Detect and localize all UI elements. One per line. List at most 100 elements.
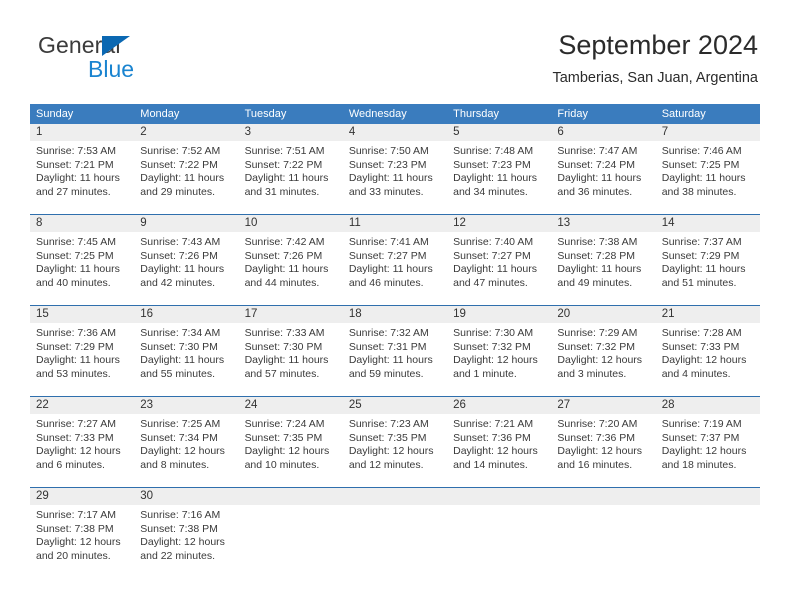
day-cell[interactable]: Sunrise: 7:36 AM Sunset: 7:29 PM Daylight:…: [30, 323, 134, 396]
day-cell[interactable]: Sunrise: 7:48 AM Sunset: 7:23 PM Daylight:…: [447, 141, 551, 214]
day-cell[interactable]: Sunrise: 7:33 AM Sunset: 7:30 PM Daylight:…: [239, 323, 343, 396]
day-of-week-header-sunday: Sunday: [36, 108, 74, 120]
calendar-week-row: 22 23 24 25 26 27 28 Sunrise: 7:27 AM Sunset: 7:…: [30, 396, 760, 487]
day-number[interactable]: 4: [343, 124, 447, 141]
sunrise-text: Sunrise: 7:52 AM: [140, 145, 221, 157]
sunset-text: Sunset: 7:38 PM: [36, 522, 114, 535]
day-number[interactable]: 9: [134, 215, 238, 232]
day-cell[interactable]: Sunrise: 7:30 AM Sunset: 7:32 PM Daylight:…: [447, 323, 551, 396]
sunrise-text: Sunrise: 7:33 AM: [244, 327, 325, 339]
day-cell[interactable]: Sunrise: 7:29 AM Sunset: 7:32 PM Daylight:…: [551, 323, 655, 396]
day-number[interactable]: 6: [551, 124, 655, 141]
day-number[interactable]: 20: [551, 306, 655, 323]
sunrise-text: Sunrise: 7:24 AM: [244, 418, 325, 430]
day-cell[interactable]: Sunrise: 7:50 AM Sunset: 7:23 PM Daylight:…: [343, 141, 447, 214]
brand-logo[interactable]: General Blue: [38, 32, 258, 88]
daylight-text: Daylight: 12 hours and 3 minutes.: [557, 354, 643, 380]
day-number[interactable]: 25: [343, 397, 447, 414]
sunset-text: Sunset: 7:26 PM: [140, 249, 218, 262]
sunset-text: Sunset: 7:23 PM: [453, 158, 531, 171]
page-title: September 2024: [558, 30, 758, 60]
daylight-text: Daylight: 11 hours and 40 minutes.: [36, 263, 120, 289]
day-cell: [656, 505, 760, 578]
day-number[interactable]: 11: [343, 215, 447, 232]
day-cell[interactable]: Sunrise: 7:47 AM Sunset: 7:24 PM Daylight:…: [551, 141, 655, 214]
day-cell[interactable]: Sunrise: 7:38 AM Sunset: 7:28 PM Daylight:…: [551, 232, 655, 305]
day-cell[interactable]: Sunrise: 7:42 AM Sunset: 7:26 PM Daylight:…: [239, 232, 343, 305]
daylight-text: Daylight: 11 hours and 57 minutes.: [244, 354, 329, 380]
page-subtitle: Tamberias, San Juan, Argentina: [552, 70, 758, 86]
day-number[interactable]: 14: [656, 215, 760, 232]
day-of-week-header-tuesday: Tuesday: [244, 108, 287, 120]
day-cell[interactable]: Sunrise: 7:51 AM Sunset: 7:22 PM Daylight:…: [239, 141, 343, 214]
day-number[interactable]: 3: [239, 124, 343, 141]
sunrise-text: Sunrise: 7:32 AM: [348, 327, 429, 339]
sunrise-text: Sunrise: 7:47 AM: [557, 145, 638, 157]
day-number[interactable]: 23: [134, 397, 238, 414]
day-number[interactable]: 5: [447, 124, 551, 141]
day-number: [343, 488, 447, 505]
day-cell[interactable]: Sunrise: 7:17 AM Sunset: 7:38 PM Daylight:…: [30, 505, 134, 578]
day-number[interactable]: 28: [656, 397, 760, 414]
day-number[interactable]: 10: [239, 215, 343, 232]
day-cell[interactable]: Sunrise: 7:37 AM Sunset: 7:29 PM Daylight:…: [656, 232, 760, 305]
day-cell[interactable]: Sunrise: 7:19 AM Sunset: 7:37 PM Daylight:…: [656, 414, 760, 487]
day-cell[interactable]: Sunrise: 7:21 AM Sunset: 7:36 PM Daylight:…: [447, 414, 551, 487]
day-number[interactable]: 17: [239, 306, 343, 323]
day-cell[interactable]: Sunrise: 7:16 AM Sunset: 7:38 PM Daylight:…: [134, 505, 238, 578]
day-of-week-header-friday: Friday: [557, 108, 588, 120]
day-number[interactable]: 15: [30, 306, 134, 323]
day-cell[interactable]: Sunrise: 7:23 AM Sunset: 7:35 PM Daylight:…: [343, 414, 447, 487]
day-cell[interactable]: Sunrise: 7:43 AM Sunset: 7:26 PM Daylight:…: [134, 232, 238, 305]
day-number[interactable]: 12: [447, 215, 551, 232]
day-number[interactable]: 8: [30, 215, 134, 232]
brand-name-blue: Blue: [88, 56, 135, 82]
day-number[interactable]: 16: [134, 306, 238, 323]
sunset-text: Sunset: 7:30 PM: [140, 340, 218, 353]
day-cell[interactable]: Sunrise: 7:52 AM Sunset: 7:22 PM Daylight:…: [134, 141, 238, 214]
day-number: [239, 488, 343, 505]
day-cell[interactable]: Sunrise: 7:20 AM Sunset: 7:36 PM Daylight:…: [551, 414, 655, 487]
day-number[interactable]: 29: [30, 488, 134, 505]
day-cell[interactable]: Sunrise: 7:53 AM Sunset: 7:21 PM Daylight:…: [30, 141, 134, 214]
day-of-week-header-saturday: Saturday: [661, 108, 706, 120]
day-number[interactable]: 7: [656, 124, 760, 141]
day-number[interactable]: 27: [551, 397, 655, 414]
day-cell[interactable]: Sunrise: 7:40 AM Sunset: 7:27 PM Daylight:…: [447, 232, 551, 305]
day-number[interactable]: 19: [447, 306, 551, 323]
day-number[interactable]: 13: [551, 215, 655, 232]
daylight-text: Daylight: 11 hours and 27 minutes.: [36, 172, 120, 198]
day-cell[interactable]: Sunrise: 7:32 AM Sunset: 7:31 PM Daylight:…: [343, 323, 447, 396]
sunset-text: Sunset: 7:36 PM: [453, 431, 531, 444]
sunset-text: Sunset: 7:27 PM: [453, 249, 531, 262]
calendar-week-row: 29 30 Sunrise: 7:17 AM Sunset: 7:38 PM Dayli…: [30, 487, 760, 578]
day-cell[interactable]: Sunrise: 7:34 AM Sunset: 7:30 PM Daylight:…: [134, 323, 238, 396]
sunset-text: Sunset: 7:31 PM: [348, 340, 427, 353]
day-cell[interactable]: Sunrise: 7:24 AM Sunset: 7:35 PM Daylight:…: [239, 414, 343, 487]
sunset-text: Sunset: 7:32 PM: [453, 340, 531, 353]
daylight-text: Daylight: 12 hours and 6 minutes.: [36, 445, 121, 471]
day-number[interactable]: 30: [134, 488, 238, 505]
day-number[interactable]: 1: [30, 124, 134, 141]
day-cell[interactable]: Sunrise: 7:46 AM Sunset: 7:25 PM Daylight:…: [656, 141, 760, 214]
day-cell[interactable]: Sunrise: 7:25 AM Sunset: 7:34 PM Daylight:…: [134, 414, 238, 487]
sunrise-text: Sunrise: 7:45 AM: [36, 236, 116, 248]
day-cell[interactable]: Sunrise: 7:41 AM Sunset: 7:27 PM Daylight:…: [343, 232, 447, 305]
day-number[interactable]: 18: [343, 306, 447, 323]
day-cell[interactable]: Sunrise: 7:45 AM Sunset: 7:25 PM Daylight:…: [30, 232, 134, 305]
daylight-text: Daylight: 12 hours and 4 minutes.: [661, 354, 747, 380]
day-number[interactable]: 22: [30, 397, 134, 414]
day-cell: [239, 505, 343, 578]
daylight-text: Daylight: 11 hours and 44 minutes.: [244, 263, 329, 289]
week-day-detail-band: Sunrise: 7:17 AM Sunset: 7:38 PM Daylight:…: [30, 505, 760, 578]
daylight-text: Daylight: 11 hours and 31 minutes.: [244, 172, 329, 198]
title-block: September 2024 Tamberias, San Juan, Arge…: [552, 28, 758, 87]
day-number[interactable]: 2: [134, 124, 238, 141]
sunset-text: Sunset: 7:23 PM: [348, 158, 427, 171]
day-number[interactable]: 24: [239, 397, 343, 414]
day-number[interactable]: 21: [656, 306, 760, 323]
daylight-text: Daylight: 11 hours and 34 minutes.: [453, 172, 537, 198]
day-cell[interactable]: Sunrise: 7:28 AM Sunset: 7:33 PM Daylight:…: [656, 323, 760, 396]
day-number[interactable]: 26: [447, 397, 551, 414]
day-cell[interactable]: Sunrise: 7:27 AM Sunset: 7:33 PM Daylight:…: [30, 414, 134, 487]
